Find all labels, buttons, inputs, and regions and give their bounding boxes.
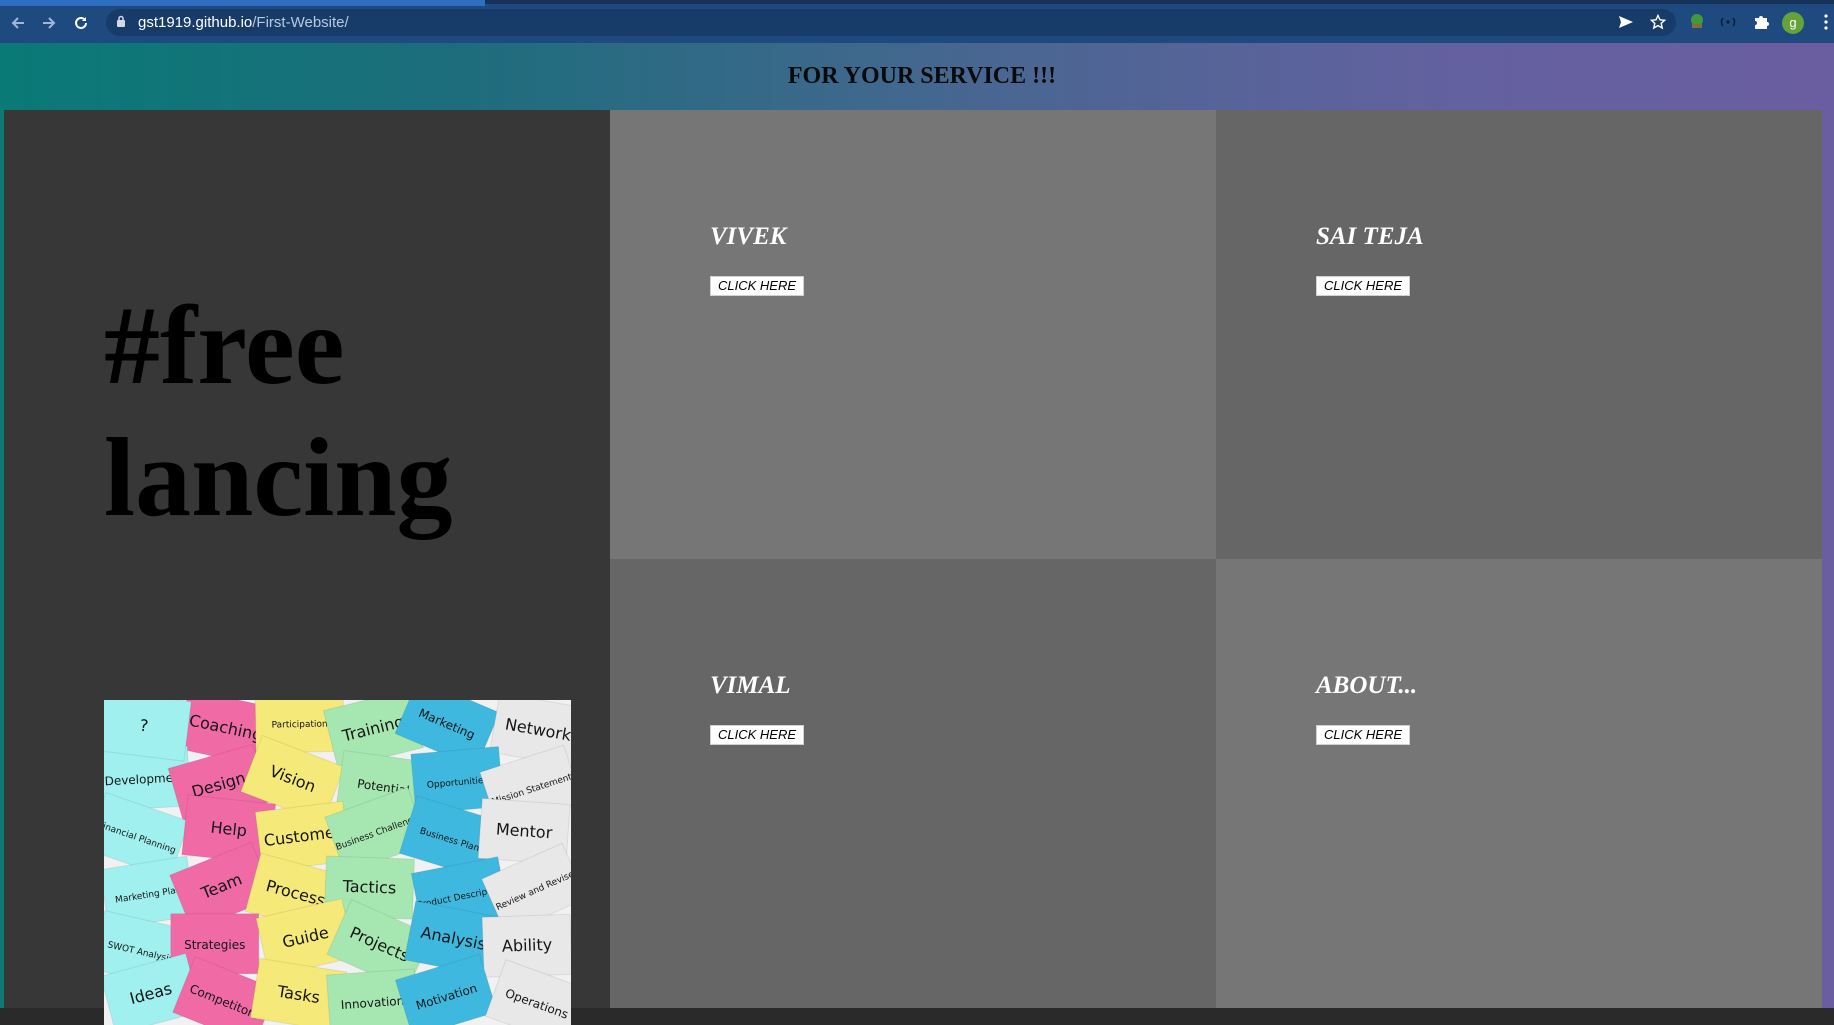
sticky-notes-image: SuccessCoachingParticipationTrainingMark… [104, 700, 571, 1025]
menu-button[interactable] [1818, 10, 1834, 34]
card-vivek: VIVEK CLICK HERE [610, 110, 1216, 559]
hero-panel: #free lancing SuccessCoachingParticipati… [4, 110, 610, 1025]
extensions-button[interactable] [1749, 10, 1773, 34]
active-tab-indicator[interactable] [0, 0, 485, 6]
more-icon [1824, 14, 1828, 30]
address-bar[interactable]: gst1919.github.io/First-Website/ [106, 9, 1676, 36]
vimal-click-button[interactable]: CLICK HERE [710, 725, 805, 745]
bookmark-button[interactable] [1646, 10, 1670, 34]
send-tab-button[interactable] [1614, 10, 1638, 34]
url-path: /First-Website/ [252, 14, 349, 31]
card-vimal: VIMAL CLICK HERE [610, 559, 1216, 1008]
card-about: ABOUT... CLICK HERE [1216, 559, 1822, 1008]
reload-icon [75, 16, 87, 29]
reload-button[interactable] [68, 10, 94, 36]
hero-line-2: lancing [104, 416, 453, 540]
about-click-button[interactable]: CLICK HERE [1316, 725, 1411, 745]
forward-button[interactable] [36, 10, 62, 36]
url-host: gst1919.github.io [138, 14, 253, 31]
card-name-sai-teja: SAI TEJA [1316, 223, 1424, 250]
back-icon [11, 17, 24, 29]
radio-extension-icon [1720, 17, 1736, 27]
hero-heading: #free lancing [104, 280, 453, 544]
card-name-about: ABOUT... [1316, 672, 1418, 699]
card-sai-teja: SAI TEJA CLICK HERE [1216, 110, 1822, 559]
tree-extension-button[interactable] [1685, 10, 1709, 34]
site-header: FOR YOUR SERVICE !!! [0, 43, 1834, 110]
forward-icon [43, 17, 56, 29]
sticky-notes-illustration: SuccessCoachingParticipationTrainingMark… [104, 700, 571, 1025]
sticky-note-label: Tactics [341, 877, 396, 898]
sticky-note-label: Strategies [184, 938, 245, 952]
tree-extension-icon [1691, 14, 1703, 28]
sticky-note-label: Help [210, 818, 248, 841]
right-border [1821, 110, 1834, 1008]
card-name-vimal: VIMAL [710, 672, 791, 699]
browser-toolbar: gst1919.github.io/First-Website/ g [0, 0, 1834, 43]
sticky-note-label: Mentor [495, 819, 553, 842]
puzzle-icon [1755, 16, 1769, 29]
card-name-vivek: VIVEK [710, 223, 787, 250]
send-icon [1619, 16, 1633, 28]
web-page: FOR YOUR SERVICE !!! #free lancing Succe… [0, 43, 1834, 1025]
back-button[interactable] [5, 10, 31, 36]
vivek-click-button[interactable]: CLICK HERE [710, 276, 805, 296]
profile-avatar[interactable]: g [1782, 12, 1804, 34]
sai-teja-click-button[interactable]: CLICK HERE [1316, 276, 1411, 296]
sticky-note-label: Ability [502, 935, 553, 956]
radio-extension-button[interactable] [1716, 10, 1740, 34]
url-text[interactable]: gst1919.github.io/First-Website/ [138, 13, 349, 32]
header-title: FOR YOUR SERVICE !!! [787, 63, 1057, 89]
star-icon [1650, 14, 1666, 30]
sticky-note-label: Participation [271, 720, 327, 731]
hero-line-1: #free [104, 284, 345, 408]
lock-icon [117, 15, 125, 27]
sticky-note: ? [104, 700, 192, 762]
